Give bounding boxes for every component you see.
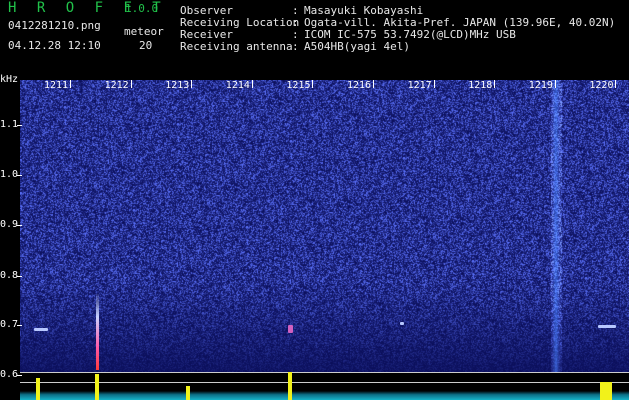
antenna-label: Receiving antenna [180, 40, 293, 53]
time-tick-label: 1213 [165, 80, 190, 91]
time-tick-label: 1220 [589, 80, 614, 91]
meteor-echo [598, 325, 616, 328]
time-tick-label: 1219 [528, 80, 553, 91]
time-tick-label: 1211 [44, 80, 69, 91]
antenna-value: A504HB(yagi 4el) [304, 40, 410, 53]
frequency-tick-label: 0.9 [0, 219, 19, 230]
frequency-tick-mark [17, 375, 22, 376]
signal-spike [36, 378, 40, 400]
antenna-colon: : [292, 40, 299, 53]
app-version: 1.0.0 [125, 2, 159, 15]
time-tick-mark [373, 80, 374, 88]
time-tick-mark [494, 80, 496, 88]
time-tick-mark [615, 80, 617, 88]
frequency-tick-mark [17, 276, 22, 277]
spectrogram-plot: 1211 1212 1213 1214 1215 1216 1217 1218 1219 1220 [20, 80, 629, 400]
time-tick-mark [130, 80, 132, 88]
header-panel: H R O F F T 1.0.0 0412281210.png 04.12.2… [0, 0, 629, 78]
time-tick-label: 1216 [347, 80, 372, 91]
meteor-echo [400, 322, 404, 325]
meteor-echo [288, 325, 293, 333]
meteor-count: 20 [139, 39, 153, 52]
signal-spike [600, 382, 612, 400]
time-tick-mark [191, 80, 193, 88]
signal-spike [95, 374, 99, 400]
time-tick-mark [251, 80, 253, 88]
time-tick-label: 1217 [407, 80, 432, 91]
frequency-tick-mark [17, 225, 22, 226]
time-tick-mark [554, 80, 556, 88]
frequency-tick-label: 0.8 [0, 270, 19, 281]
meteor-echo-trail [96, 294, 99, 370]
frequency-tick-mark [17, 175, 22, 176]
baseline-lower [20, 382, 629, 383]
frequency-tick-label: 0.6 [0, 369, 19, 380]
time-tick-label: 1215 [286, 80, 311, 91]
file-name: 0412281210.png [8, 19, 101, 32]
time-tick-label: 1214 [225, 80, 250, 91]
frequency-unit-label: kHz [0, 74, 19, 85]
signal-floor [20, 391, 629, 400]
time-tick-mark [70, 80, 71, 88]
time-tick-mark [312, 80, 314, 88]
signal-spike [186, 386, 190, 400]
frequency-tick-label: 1.0 [0, 169, 19, 180]
time-tick-mark [433, 80, 435, 88]
meteor-echo [34, 328, 48, 331]
meteor-label: meteor [124, 25, 164, 38]
frequency-tick-label: 0.7 [0, 319, 19, 330]
frequency-tick-mark [17, 325, 22, 326]
file-datetime: 04.12.28 12:10 [8, 39, 101, 52]
frequency-tick-mark [17, 125, 22, 126]
time-tick-label: 1212 [104, 80, 129, 91]
interference-band [552, 80, 560, 372]
baseline-upper [20, 372, 629, 373]
frequency-tick-label: 1.1 [0, 119, 19, 130]
signal-spike [288, 372, 292, 400]
time-tick-label: 1218 [468, 80, 493, 91]
spectrogram-noise [20, 80, 629, 372]
